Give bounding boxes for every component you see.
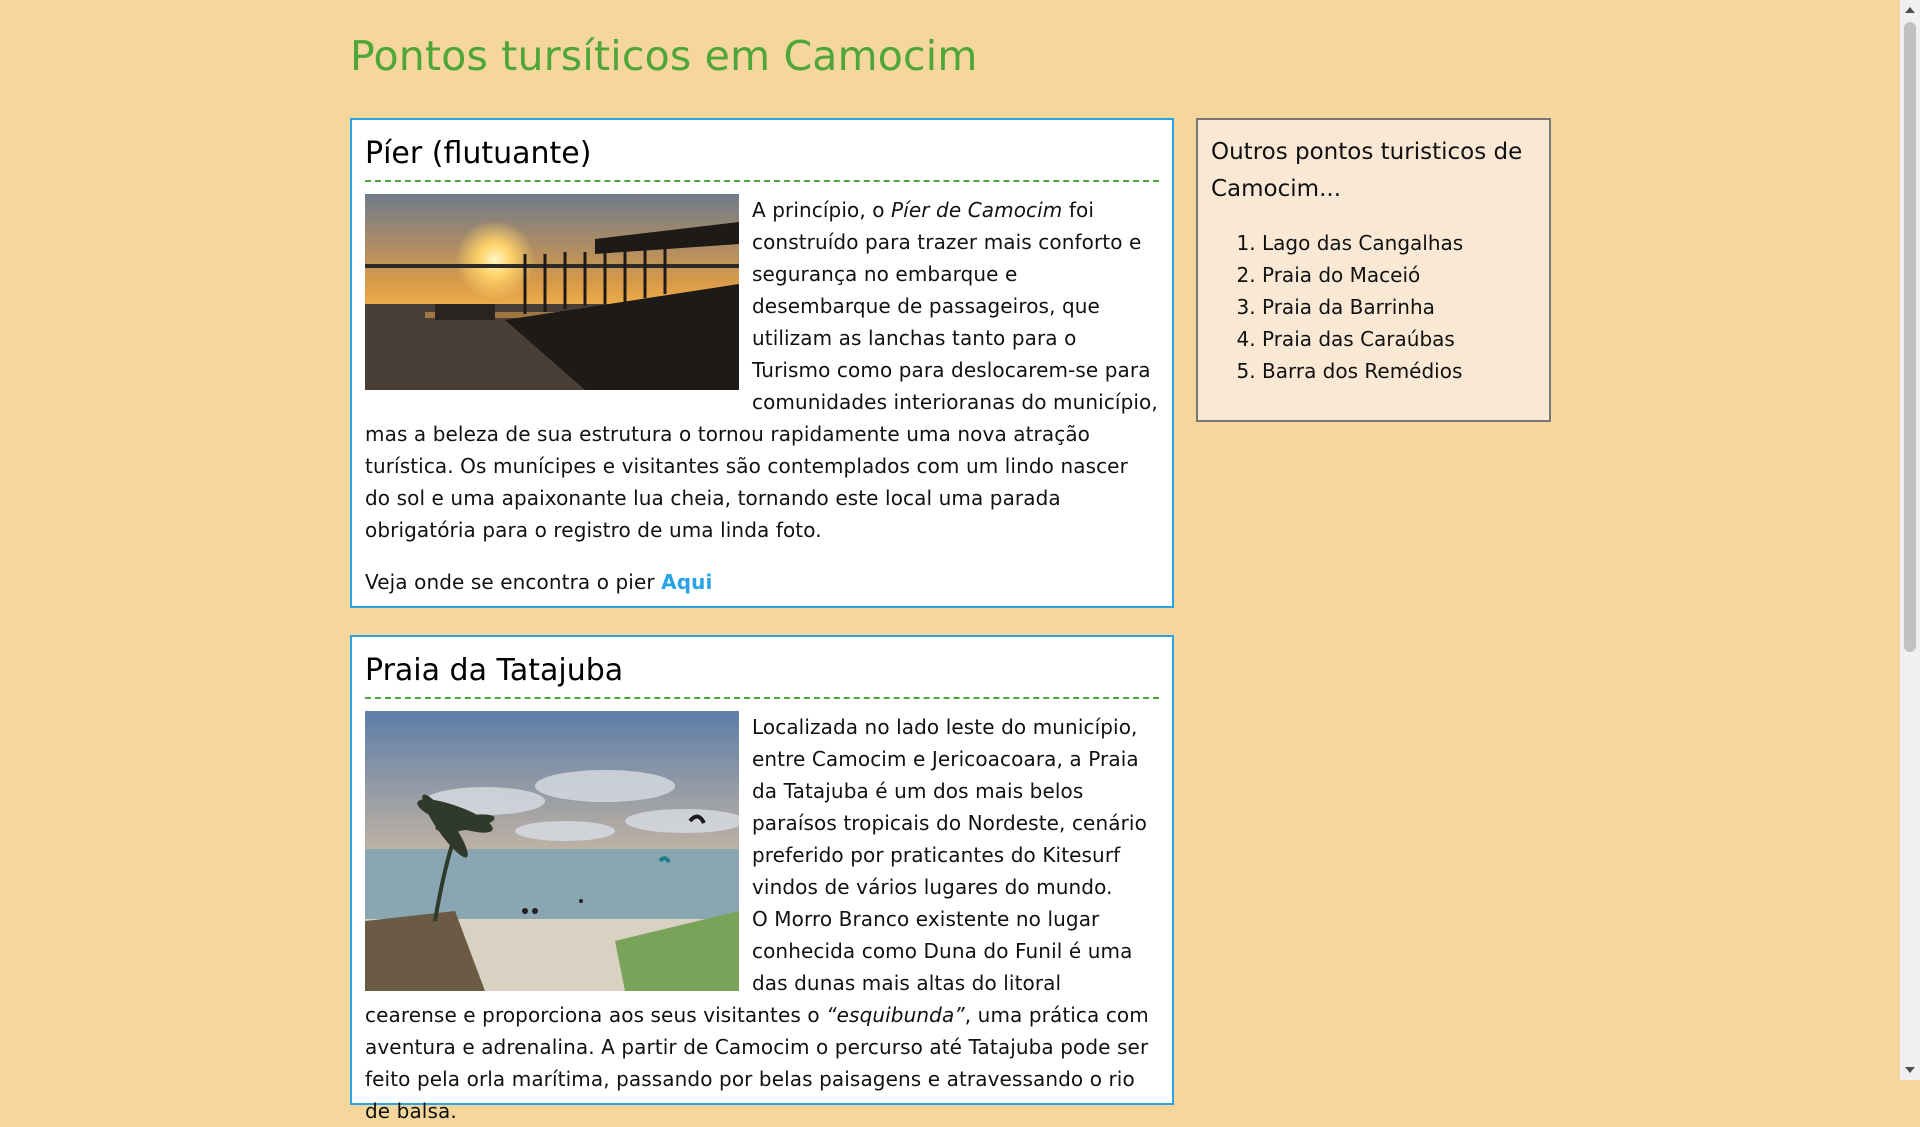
- page-title: Pontos tursíticos em Camocim: [350, 32, 978, 80]
- pier-location-line: Veja onde se encontra o pier Aqui: [365, 570, 713, 594]
- sidebar-title: Outros pontos turisticos de Camocim...: [1211, 139, 1523, 202]
- article-tatajuba: Praia da Tatajuba Localizada no lado les…: [350, 635, 1174, 1123]
- list-item: Lago das Cangalhas: [1262, 227, 1536, 259]
- article-heading: Píer (flutuante): [365, 132, 1159, 182]
- article-pier: Píer (flutuante) A princípio, o Píer de …: [350, 118, 1174, 608]
- tatajuba-beach-image: [365, 711, 739, 991]
- scroll-up-arrow-icon[interactable]: [1905, 7, 1915, 13]
- scrollbar-thumb[interactable]: [1904, 22, 1916, 652]
- list-item: Praia da Barrinha: [1262, 291, 1536, 323]
- attractions-list: Lago das Cangalhas Praia do Maceió Praia…: [1211, 227, 1536, 387]
- pier-sunset-image: [365, 194, 739, 390]
- pier-location-link[interactable]: Aqui: [661, 570, 712, 594]
- vertical-scrollbar[interactable]: [1900, 0, 1920, 1080]
- article-body: Localizada no lado leste do município, e…: [365, 711, 1159, 1127]
- article-heading: Praia da Tatajuba: [365, 649, 1159, 699]
- article-body: A princípio, o Píer de Camocim foi const…: [365, 194, 1159, 598]
- sidebar-other-attractions: Outros pontos turisticos de Camocim... L…: [1196, 118, 1551, 422]
- list-item: Praia do Maceió: [1262, 259, 1536, 291]
- scroll-down-arrow-icon[interactable]: [1905, 1067, 1915, 1073]
- list-item: Barra dos Remédios: [1262, 355, 1536, 387]
- list-item: Praia das Caraúbas: [1262, 323, 1536, 355]
